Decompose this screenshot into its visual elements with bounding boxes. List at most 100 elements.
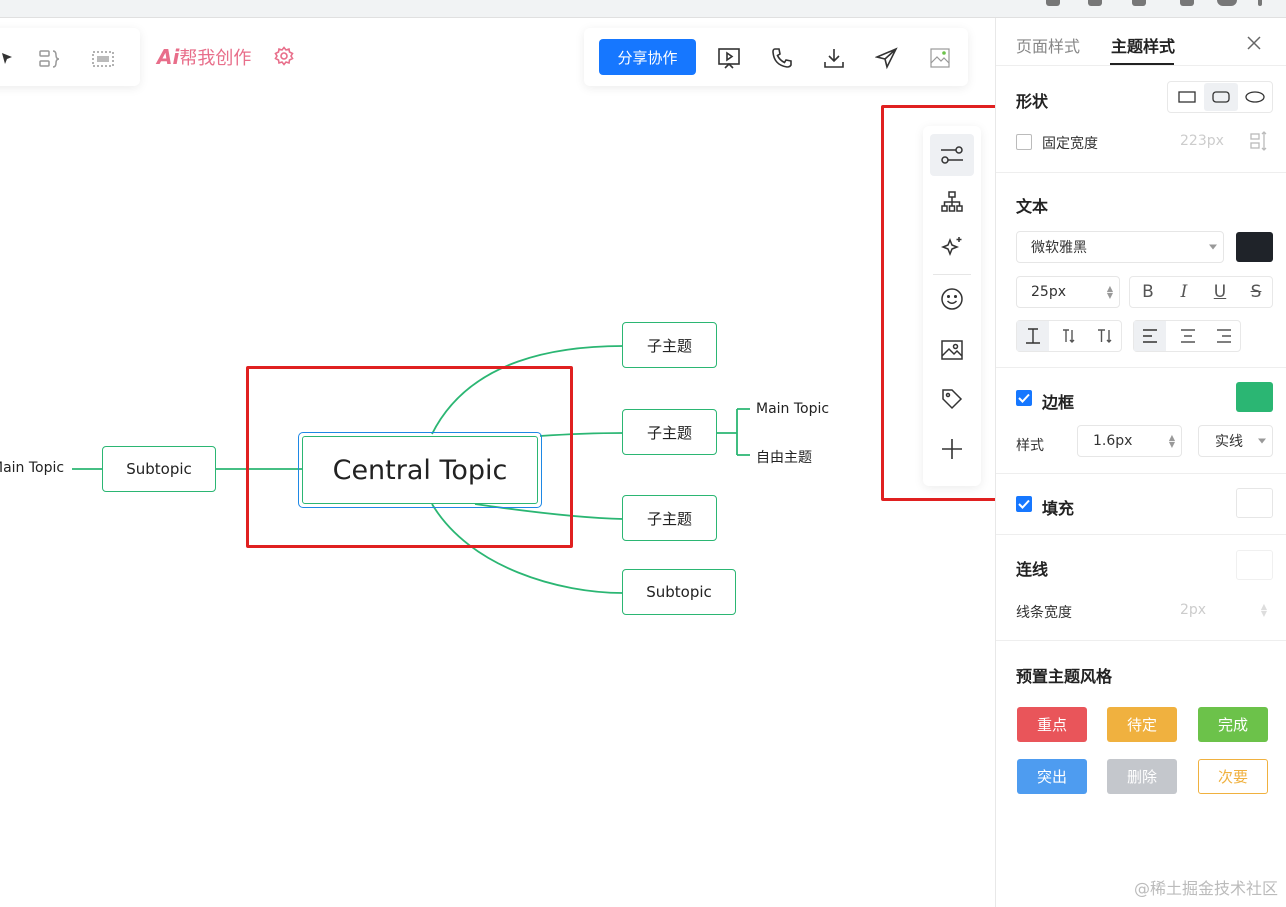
- text-align-horizontal-group: [1133, 320, 1241, 352]
- structure-icon[interactable]: [930, 181, 974, 223]
- fill-color-swatch[interactable]: [1236, 488, 1273, 518]
- gear-icon[interactable]: [274, 46, 294, 70]
- align-bottom-icon[interactable]: [1087, 321, 1123, 351]
- fixed-width-input[interactable]: 223px: [1168, 126, 1238, 156]
- profile-icon[interactable]: [1217, 0, 1237, 6]
- active-tab-indicator: [1110, 63, 1174, 65]
- ai-assistant-title[interactable]: Ai帮我创作: [157, 44, 251, 70]
- bracket-icon[interactable]: [36, 46, 62, 72]
- border-checkbox[interactable]: [1016, 390, 1032, 406]
- send-icon[interactable]: [874, 45, 900, 71]
- font-size-input[interactable]: 25px ▲ ▼: [1016, 276, 1120, 308]
- watermark: @稀土掘金技术社区: [1133, 879, 1278, 898]
- toolbar-divider: [933, 274, 971, 275]
- font-family-value: 微软雅黑: [1031, 240, 1087, 256]
- menu-icon[interactable]: [1258, 0, 1262, 6]
- shape-rect-option[interactable]: [1170, 83, 1204, 111]
- child-node-4[interactable]: Subtopic: [622, 569, 736, 615]
- extensions-icon[interactable]: [1132, 0, 1146, 6]
- share-button[interactable]: 分享协作: [599, 39, 696, 75]
- tab-page-style[interactable]: 页面样式: [1016, 33, 1080, 57]
- child-node-1[interactable]: 子主题: [622, 322, 717, 368]
- phone-icon[interactable]: [769, 45, 795, 71]
- font-size-value: 25px: [1031, 284, 1066, 300]
- fixed-width-checkbox[interactable]: [1016, 134, 1032, 150]
- align-right-icon[interactable]: [1206, 321, 1242, 351]
- text-title: 文本: [1016, 197, 1049, 216]
- bookmark-icon[interactable]: [1088, 0, 1102, 6]
- mindmap-canvas[interactable]: Ai帮我创作 分享协作 ain Topic Subtopic Central T…: [0, 18, 995, 907]
- preset-done-button[interactable]: 完成: [1198, 707, 1268, 742]
- underline-icon[interactable]: U: [1202, 277, 1238, 307]
- present-icon[interactable]: [716, 45, 742, 71]
- tag-icon[interactable]: [930, 378, 974, 420]
- line-color-swatch[interactable]: [1236, 550, 1273, 580]
- line-width-value: 2px: [1180, 602, 1207, 618]
- avatar[interactable]: [927, 45, 953, 71]
- style-label: 样式: [1016, 438, 1044, 454]
- child-node-2[interactable]: 子主题: [622, 409, 717, 455]
- shape-rounded-option[interactable]: [1204, 83, 1238, 111]
- fill-checkbox[interactable]: [1016, 496, 1032, 512]
- grandchild-node-1[interactable]: Main Topic: [756, 401, 829, 417]
- shape-title: 形状: [1016, 92, 1049, 111]
- left-main-topic[interactable]: Main Topic: [0, 460, 64, 476]
- bold-icon[interactable]: B: [1130, 277, 1166, 307]
- align-middle-icon[interactable]: [1051, 321, 1087, 351]
- width-adjust-icon[interactable]: [1250, 131, 1268, 155]
- border-width-input[interactable]: 1.6px ▲ ▼: [1077, 425, 1182, 457]
- preset-title: 预置主题风格: [1016, 667, 1113, 686]
- child-node-3[interactable]: 子主题: [622, 495, 717, 541]
- pointer-icon[interactable]: [0, 46, 20, 72]
- preset-important-button[interactable]: 重点: [1017, 707, 1087, 742]
- shape-ellipse-option[interactable]: [1238, 83, 1272, 111]
- text-color-swatch[interactable]: [1236, 232, 1273, 262]
- align-left-icon[interactable]: [1134, 321, 1166, 351]
- preset-minor-button[interactable]: 次要: [1198, 759, 1268, 794]
- text-format-group: B I U S: [1129, 276, 1273, 308]
- border-title: 边框: [1042, 393, 1075, 412]
- divider: [996, 534, 1286, 535]
- download-icon[interactable]: [821, 45, 847, 71]
- shape-selector: [1167, 81, 1273, 113]
- divider: [996, 640, 1286, 641]
- divider: [996, 367, 1286, 368]
- border-style-value: 实线: [1215, 434, 1243, 450]
- line-title: 连线: [1016, 560, 1049, 579]
- image-icon[interactable]: [930, 329, 974, 371]
- border-color-swatch[interactable]: [1236, 382, 1273, 412]
- add-icon[interactable]: [930, 428, 974, 470]
- close-icon[interactable]: [1246, 35, 1262, 55]
- fixed-width-value: 223px: [1180, 133, 1224, 149]
- italic-icon[interactable]: I: [1166, 277, 1202, 307]
- fill-title: 填充: [1042, 499, 1075, 518]
- ai-prefix: Ai: [157, 45, 180, 69]
- font-family-select[interactable]: 微软雅黑: [1016, 231, 1224, 263]
- browser-icon[interactable]: [1046, 0, 1060, 6]
- top-toolbar: 分享协作: [584, 28, 968, 86]
- preset-pending-button[interactable]: 待定: [1107, 707, 1177, 742]
- tab-topic-style[interactable]: 主题样式: [1111, 33, 1175, 57]
- strikethrough-icon[interactable]: S: [1238, 277, 1274, 307]
- style-settings-icon[interactable]: [930, 134, 974, 176]
- magic-sparkle-icon[interactable]: [930, 226, 974, 268]
- fixed-width-label: 固定宽度: [1042, 136, 1098, 152]
- tab-icon[interactable]: [1180, 0, 1194, 6]
- left-toolbar: [0, 28, 140, 86]
- style-panel: 页面样式 主题样式 形状 固定宽度 223px 文本 微软雅黑 25px ▲▼: [995, 18, 1286, 907]
- central-topic-node[interactable]: Central Topic: [302, 436, 538, 504]
- line-width-input[interactable]: 2px ▲ ▼: [1168, 594, 1273, 626]
- boundary-icon[interactable]: [90, 46, 116, 72]
- align-center-icon[interactable]: [1170, 321, 1206, 351]
- divider: [996, 172, 1286, 173]
- left-subtopic-node[interactable]: Subtopic: [102, 446, 216, 492]
- align-top-icon[interactable]: [1017, 321, 1049, 351]
- border-style-select[interactable]: 实线: [1198, 425, 1273, 457]
- grandchild-node-2[interactable]: 自由主题: [756, 447, 812, 467]
- preset-delete-button[interactable]: 删除: [1107, 759, 1177, 794]
- preset-highlight-button[interactable]: 突出: [1017, 759, 1087, 794]
- line-width-label: 线条宽度: [1016, 605, 1072, 621]
- emoji-icon[interactable]: [930, 278, 974, 320]
- divider: [996, 473, 1286, 474]
- browser-toolbar: [0, 0, 1286, 18]
